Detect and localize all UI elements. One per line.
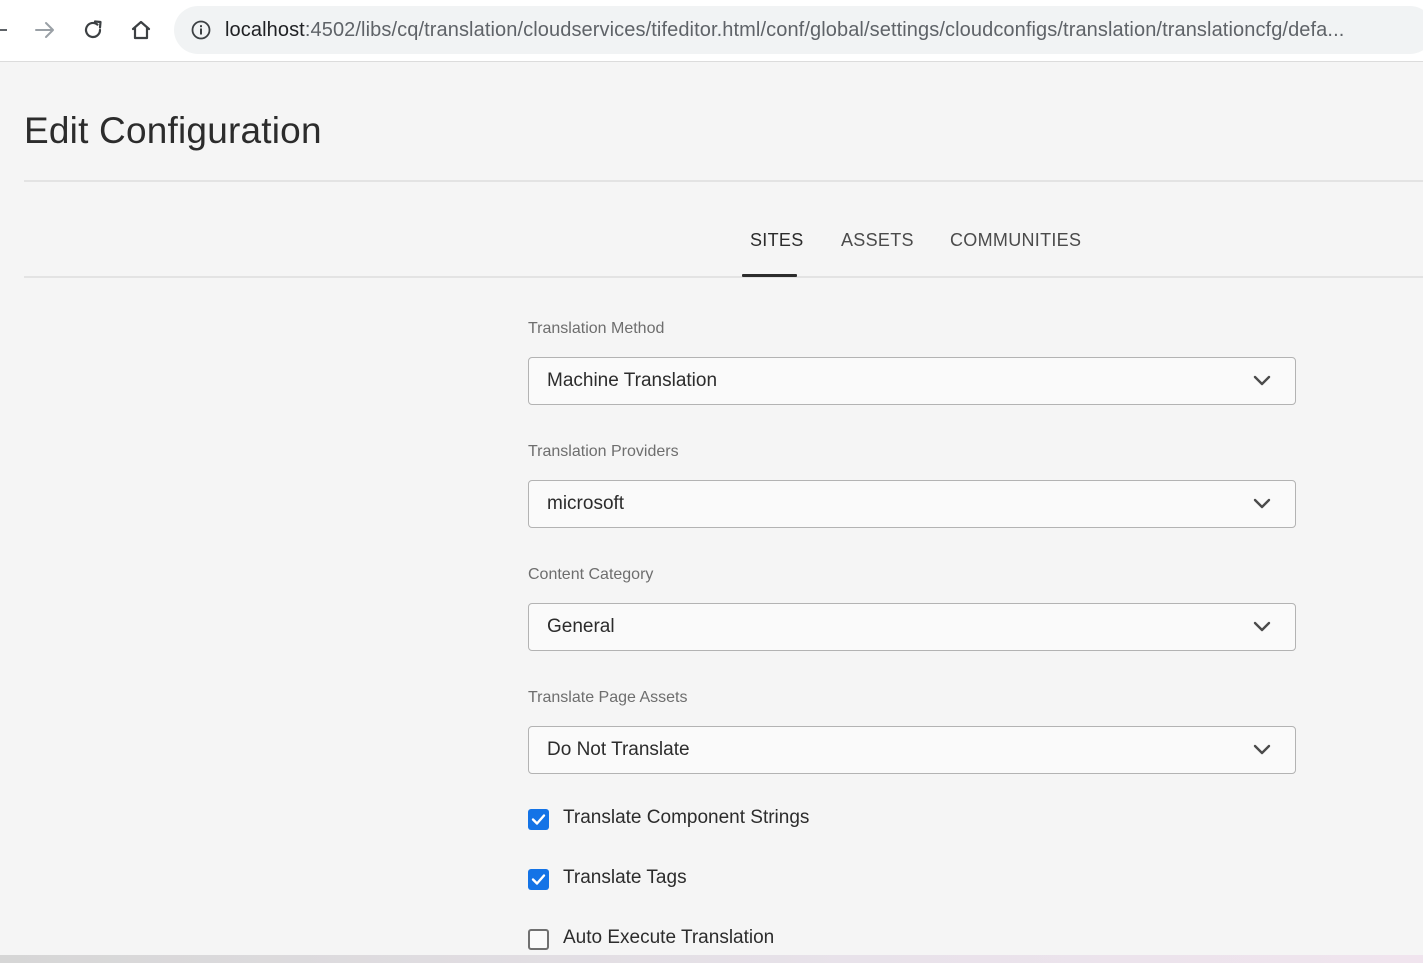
reload-button[interactable] (77, 14, 109, 46)
info-icon[interactable] (191, 20, 211, 40)
back-arrow-icon[interactable] (0, 29, 7, 31)
chevron-down-icon (1253, 498, 1271, 509)
checkmark-icon (531, 874, 546, 885)
chevron-down-icon (1253, 375, 1271, 386)
translate-page-assets-select[interactable]: Do Not Translate (528, 726, 1296, 774)
forward-button[interactable] (29, 14, 61, 46)
window-bottom-edge (0, 955, 1423, 963)
translation-method-label: Translation Method (528, 320, 665, 337)
chevron-down-icon (1253, 744, 1271, 755)
translate-component-strings-label: Translate Component Strings (563, 807, 810, 828)
auto-execute-translation-label: Auto Execute Translation (563, 927, 775, 948)
reload-icon (84, 20, 102, 39)
page-title: Edit Configuration (24, 110, 322, 151)
home-button[interactable] (125, 14, 157, 46)
tab-communities[interactable]: COMMUNITIES (950, 230, 1081, 251)
content-category-value: General (547, 616, 615, 637)
url-text[interactable]: localhost:4502/libs/cq/translation/cloud… (225, 6, 1344, 54)
tab-sites[interactable]: SITES (750, 230, 804, 251)
auto-execute-translation-checkbox[interactable] (528, 929, 549, 950)
address-bar[interactable]: localhost:4502/libs/cq/translation/cloud… (174, 6, 1423, 54)
checkmark-icon (531, 814, 546, 825)
translation-providers-select[interactable]: microsoft (528, 480, 1296, 528)
translation-providers-label: Translation Providers (528, 443, 679, 460)
content-category-select[interactable]: General (528, 603, 1296, 651)
translation-method-select[interactable]: Machine Translation (528, 357, 1296, 405)
tabs-divider (24, 276, 1423, 278)
translation-providers-value: microsoft (547, 493, 625, 514)
translate-component-strings-checkbox[interactable] (528, 809, 549, 830)
translate-tags-checkbox[interactable] (528, 869, 549, 890)
chevron-down-icon (1253, 621, 1271, 632)
browser-toolbar: localhost:4502/libs/cq/translation/cloud… (0, 0, 1423, 62)
forward-arrow-icon (35, 22, 54, 38)
url-host: localhost (225, 19, 305, 41)
active-tab-indicator (742, 274, 797, 277)
translate-page-assets-label: Translate Page Assets (528, 689, 688, 706)
home-icon (131, 20, 151, 40)
tab-assets[interactable]: ASSETS (841, 230, 914, 251)
translate-tags-label: Translate Tags (563, 867, 687, 888)
translation-method-value: Machine Translation (547, 370, 718, 391)
header-divider (24, 180, 1423, 182)
url-path: :4502/libs/cq/translation/cloudservices/… (304, 19, 1345, 41)
translate-page-assets-value: Do Not Translate (547, 739, 690, 760)
tab-bar: SITES ASSETS COMMUNITIES (0, 220, 1423, 278)
content-category-label: Content Category (528, 566, 654, 583)
